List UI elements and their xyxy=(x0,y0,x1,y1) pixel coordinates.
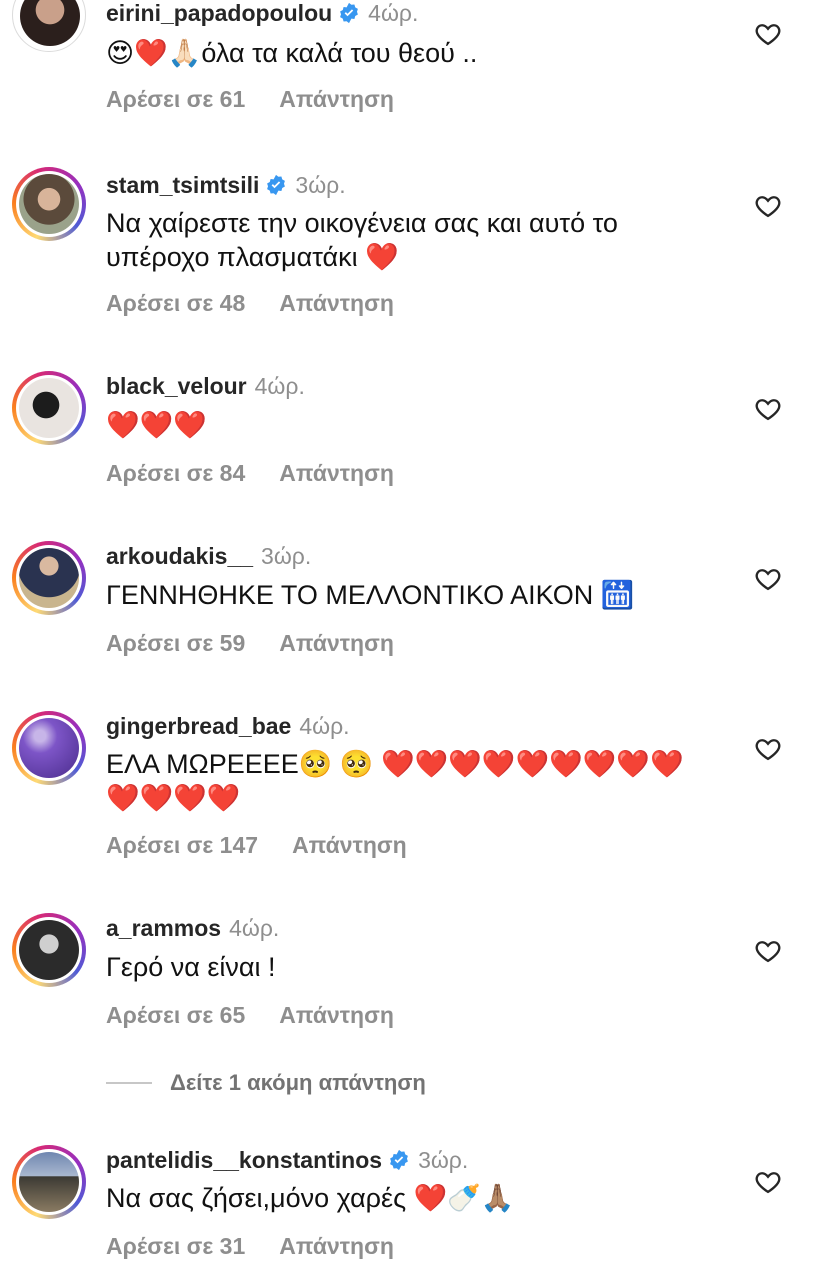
username[interactable]: arkoudakis__ xyxy=(106,543,253,569)
comment-time: 4ώρ. xyxy=(368,0,419,26)
heart-outline-icon[interactable] xyxy=(754,1168,782,1196)
verified-badge-icon xyxy=(390,1149,408,1171)
comment-meta: black_velour 4ώρ. xyxy=(106,373,305,400)
comment-text: ΓΕΝΝΗΘΗΚΕ ΤΟ ΜΕΛΛΟΝΤΙΚΟ ΑΙΚΟΝ 🛗 xyxy=(106,580,635,610)
likes-count[interactable]: Αρέσει σε 65 xyxy=(106,1002,245,1028)
comment-meta: stam_tsimtsili 3ώρ. xyxy=(106,172,346,199)
comment-text: Γερό να είναι ! xyxy=(106,952,276,982)
comment-meta: eirini_papadopoulou 4ώρ. xyxy=(106,0,418,27)
reply-button[interactable]: Απάντηση xyxy=(279,460,394,486)
username[interactable]: eirini_papadopoulou xyxy=(106,0,332,26)
comment-time: 3ώρ. xyxy=(295,172,346,198)
likes-count[interactable]: Αρέσει σε 48 xyxy=(106,290,245,316)
comment-actions: Αρέσει σε 31 Απάντηση xyxy=(106,1233,394,1260)
heart-outline-icon[interactable] xyxy=(754,735,782,763)
verified-badge-icon xyxy=(267,174,286,196)
comment-time: 4ώρ. xyxy=(254,373,305,399)
comment-time: 4ώρ. xyxy=(299,713,350,739)
reply-button[interactable]: Απάντηση xyxy=(279,1002,394,1028)
username[interactable]: black_velour xyxy=(106,373,247,399)
comment-actions: Αρέσει σε 61 Απάντηση xyxy=(106,86,394,113)
comment-text: Να σας ζήσει,μόνο χαρές ❤️🍼🙏🏽 xyxy=(106,1183,515,1213)
username[interactable]: gingerbread_bae xyxy=(106,713,291,739)
heart-outline-icon[interactable] xyxy=(754,20,782,48)
comment-meta: gingerbread_bae 4ώρ. xyxy=(106,713,350,740)
comment-meta: arkoudakis__ 3ώρ. xyxy=(106,543,311,570)
comment-text: ❤️❤️❤️ xyxy=(106,410,207,440)
verified-badge-icon xyxy=(340,2,359,24)
comment-actions: Αρέσει σε 48 Απάντηση xyxy=(106,290,394,317)
comment-actions: Αρέσει σε 59 Απάντηση xyxy=(106,630,394,657)
reply-button[interactable]: Απάντηση xyxy=(279,630,394,656)
avatar[interactable] xyxy=(12,167,86,241)
view-more-replies[interactable]: Δείτε 1 ακόμη απάντηση xyxy=(106,1070,426,1096)
heart-outline-icon[interactable] xyxy=(754,937,782,965)
comment-actions: Αρέσει σε 147 Απάντηση xyxy=(106,832,407,859)
heart-outline-icon[interactable] xyxy=(754,192,782,220)
comment-actions: Αρέσει σε 84 Απάντηση xyxy=(106,460,394,487)
username[interactable]: a_rammos xyxy=(106,915,221,941)
comment-time: 4ώρ. xyxy=(229,915,280,941)
comment-actions: Αρέσει σε 65 Απάντηση xyxy=(106,1002,394,1029)
comment-time: 3ώρ. xyxy=(418,1147,469,1173)
comment-meta: pantelidis__konstantinos 3ώρ. xyxy=(106,1147,468,1174)
reply-button[interactable]: Απάντηση xyxy=(279,290,394,316)
avatar[interactable] xyxy=(12,1145,86,1219)
heart-outline-icon[interactable] xyxy=(754,395,782,423)
avatar[interactable] xyxy=(12,0,86,52)
likes-count[interactable]: Αρέσει σε 84 xyxy=(106,460,245,486)
likes-count[interactable]: Αρέσει σε 61 xyxy=(106,86,245,112)
comment-meta: a_rammos 4ώρ. xyxy=(106,915,279,942)
username[interactable]: pantelidis__konstantinos xyxy=(106,1147,382,1173)
avatar[interactable] xyxy=(12,913,86,987)
reply-button[interactable]: Απάντηση xyxy=(279,86,394,112)
reply-button[interactable]: Απάντηση xyxy=(279,1233,394,1259)
username[interactable]: stam_tsimtsili xyxy=(106,172,259,198)
comment-text: Να χαίρεστε την οικογένεια σας και αυτό … xyxy=(106,208,618,272)
avatar[interactable] xyxy=(12,711,86,785)
comment-time: 3ώρ. xyxy=(261,543,312,569)
likes-count[interactable]: Αρέσει σε 147 xyxy=(106,832,258,858)
likes-count[interactable]: Αρέσει σε 31 xyxy=(106,1233,245,1259)
divider xyxy=(106,1082,152,1084)
view-more-label: Δείτε 1 ακόμη απάντηση xyxy=(170,1070,426,1095)
likes-count[interactable]: Αρέσει σε 59 xyxy=(106,630,245,656)
comment-text: 😍❤️🙏🏻όλα τα καλά του θεού .. xyxy=(106,38,478,68)
heart-outline-icon[interactable] xyxy=(754,565,782,593)
avatar[interactable] xyxy=(12,371,86,445)
avatar[interactable] xyxy=(12,541,86,615)
comment-text: ΕΛΑ ΜΩΡΕΕΕΕ🥺 🥺 ❤️❤️❤️❤️❤️❤️❤️❤️❤️❤️❤️❤️❤… xyxy=(106,749,684,813)
reply-button[interactable]: Απάντηση xyxy=(292,832,407,858)
